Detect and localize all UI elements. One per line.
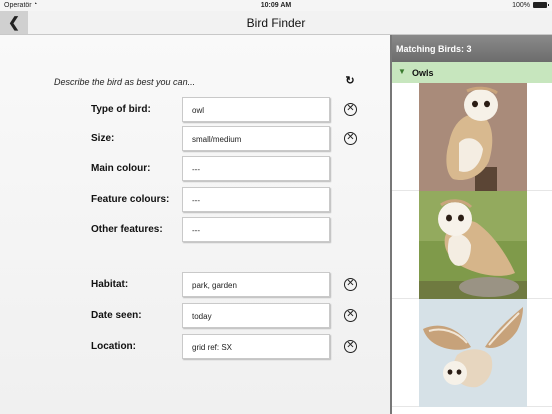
form-prompt: Describe the bird as best you can... <box>54 77 196 87</box>
size-field[interactable]: small/medium <box>182 126 330 151</box>
feature-colours-field[interactable]: --- <box>182 187 330 212</box>
clear-icon[interactable]: ✕ <box>344 103 357 116</box>
field-label: Date seen: <box>91 310 142 321</box>
refresh-icon[interactable]: ↻ <box>344 75 356 87</box>
chevron-down-icon: ▼ <box>398 67 406 76</box>
field-row-other-features: Other features: --- <box>0 217 390 243</box>
barn-owl-flying-photo <box>419 299 527 407</box>
field-label: Habitat: <box>91 279 129 290</box>
type-of-bird-field[interactable]: owl <box>182 97 330 122</box>
list-item[interactable] <box>392 191 552 299</box>
field-row-main-colour: Main colour: --- <box>0 156 390 182</box>
clock: 10:09 AM <box>260 2 292 9</box>
group-header-owls[interactable]: ▼ Owls <box>392 62 552 83</box>
main-colour-field[interactable]: --- <box>182 156 330 181</box>
field-label: Main colour: <box>91 163 151 174</box>
field-label: Feature colours: <box>91 194 170 205</box>
group-label: Owls <box>412 68 434 78</box>
field-label: Location: <box>91 341 136 352</box>
navigation-bar: ❮ Bird Finder <box>0 11 552 35</box>
battery-percent: 100% <box>512 2 530 9</box>
clear-icon[interactable]: ✕ <box>344 309 357 322</box>
list-item[interactable] <box>392 299 552 407</box>
field-row-habitat: Habitat: park, garden ✕ <box>0 272 390 298</box>
field-label: Other features: <box>91 224 163 235</box>
results-panel: Matching Birds: 3 ▼ Owls <box>390 35 552 414</box>
field-label: Size: <box>91 133 115 144</box>
barn-owl-perched-photo <box>419 83 527 191</box>
field-label: Type of bird: <box>91 104 151 115</box>
date-seen-field[interactable]: today <box>182 303 330 328</box>
search-form: Describe the bird as best you can... ↻ T… <box>0 35 390 414</box>
clear-icon[interactable]: ✕ <box>344 132 357 145</box>
field-row-type: Type of bird: owl ✕ <box>0 97 390 123</box>
battery-icon <box>533 2 549 8</box>
field-row-date-seen: Date seen: today ✕ <box>0 303 390 329</box>
field-row-feature-colours: Feature colours: --- <box>0 187 390 213</box>
field-row-location: Location: grid ref: SX ✕ <box>0 334 390 360</box>
results-header: Matching Birds: 3 <box>392 35 552 62</box>
page-title: Bird Finder <box>246 16 306 30</box>
other-features-field[interactable]: --- <box>182 217 330 242</box>
barn-owl-standing-photo <box>419 191 527 299</box>
list-item[interactable] <box>392 83 552 191</box>
clear-icon[interactable]: ✕ <box>344 340 357 353</box>
habitat-field[interactable]: park, garden <box>182 272 330 297</box>
status-bar: Operatör ◔ 10:09 AM 100% <box>0 0 552 11</box>
clear-icon[interactable]: ✕ <box>344 278 357 291</box>
location-field[interactable]: grid ref: SX <box>182 334 330 359</box>
field-row-size: Size: small/medium ✕ <box>0 126 390 152</box>
